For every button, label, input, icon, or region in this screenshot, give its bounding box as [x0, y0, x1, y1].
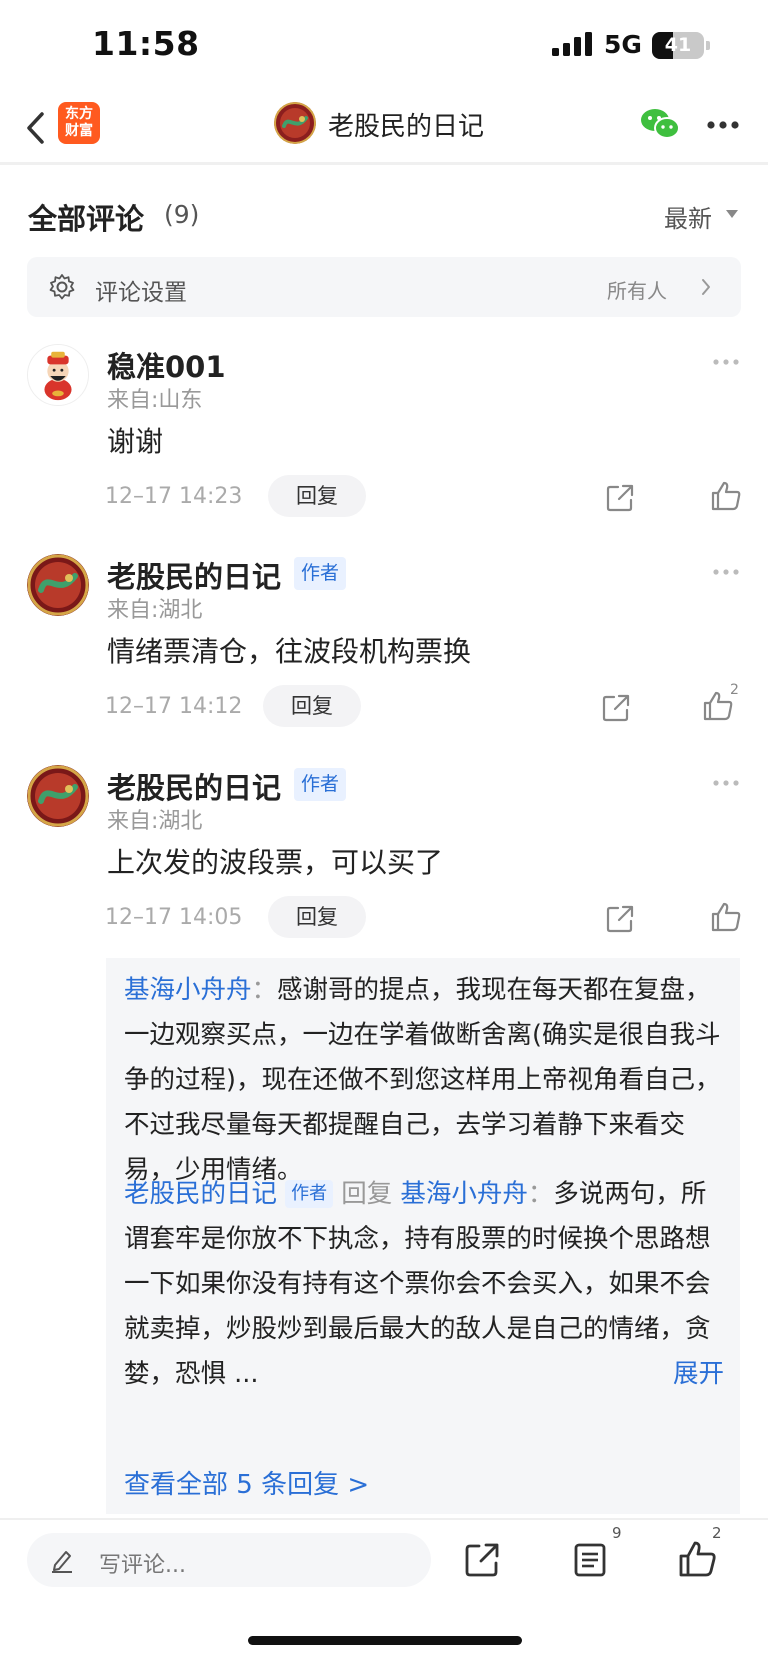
wechat-icon[interactable] [640, 108, 680, 140]
share-icon[interactable] [605, 904, 635, 934]
nav-divider [0, 162, 768, 165]
reply-text: 感谢哥的提点，我现在每天都在复盘，一边观察买点，一边在学着做断舍离(确实是很自我… [124, 975, 721, 1185]
comment-settings-row[interactable]: 评论设置 所有人 [27, 257, 741, 317]
reply-item[interactable]: 基海小舟舟：感谢哥的提点，我现在每天都在复盘，一边观察买点，一边在学着做断舍离(… [124, 968, 724, 1185]
sort-select[interactable]: 最新 [664, 199, 712, 234]
sort-arrow-icon[interactable] [726, 210, 738, 218]
comments-title: 全部评论 [28, 202, 145, 236]
thumbs-up-icon[interactable] [678, 1540, 716, 1578]
author-badge: 作者 [294, 557, 347, 590]
thumbs-up-icon[interactable] [710, 901, 742, 933]
pencil-icon [52, 1551, 72, 1573]
logo-text-line1: 东方 [65, 106, 93, 122]
like-count-badge: 2 [712, 1524, 722, 1542]
comment-text: 上次发的波段票，可以买了 [107, 846, 444, 879]
comment-input[interactable]: 写评论... [27, 1533, 431, 1587]
author-avatar[interactable] [274, 102, 316, 144]
comment-more-icon[interactable] [712, 568, 740, 576]
reply-target-username[interactable]: 基海小舟舟 [400, 1179, 528, 1209]
reply-colon: ： [527, 1179, 554, 1209]
reply-text: 多说两句，所谓套牢是你放不下执念，持有股票的时候换个思路想一下如果你没有持有这个… [124, 1179, 711, 1389]
author-badge: 作者 [285, 1180, 334, 1208]
comment-location: 来自:山东 [107, 388, 203, 413]
comment-input-placeholder: 写评论... [99, 1553, 186, 1578]
chevron-right-icon [702, 279, 710, 295]
share-icon[interactable] [605, 483, 635, 513]
status-time: 11:58 [92, 24, 200, 63]
settings-label: 评论设置 [95, 280, 187, 306]
reply-word: 回复 [341, 1179, 393, 1209]
thumbs-up-icon[interactable] [710, 480, 742, 512]
share-icon[interactable] [464, 1542, 500, 1578]
expand-link[interactable]: 展开 [662, 1352, 724, 1397]
logo-text-line2: 财富 [65, 123, 93, 139]
comment-time: 12–17 14:23 [105, 484, 243, 509]
comment-time: 12–17 14:05 [105, 905, 243, 930]
reply-item[interactable]: 老股民的日记 作者 回复 基海小舟舟：多说两句，所谓套牢是你放不下执念，持有股票… [124, 1172, 724, 1397]
more-options-icon[interactable] [706, 120, 740, 130]
comments-count: (9) [164, 200, 200, 229]
reply-button[interactable]: 回复 [263, 685, 361, 727]
gear-icon [49, 274, 75, 300]
back-icon[interactable] [22, 108, 50, 148]
author-badge: 作者 [294, 768, 347, 801]
comment-more-icon[interactable] [712, 779, 740, 787]
battery-icon: 41 [652, 32, 710, 59]
page-title: 老股民的日记 [328, 112, 485, 142]
app-logo[interactable]: 东方 财富 [58, 102, 100, 144]
like-count: 2 [730, 682, 739, 698]
reply-colon: ： [251, 975, 278, 1005]
author-avatar[interactable] [27, 554, 89, 616]
comment-location: 来自:湖北 [107, 809, 203, 834]
comment-location: 来自:湖北 [107, 598, 203, 623]
reply-button[interactable]: 回复 [268, 896, 366, 938]
comment-username[interactable]: 老股民的日记 [107, 554, 281, 596]
comment-count-badge: 9 [612, 1524, 622, 1542]
reply-username[interactable]: 基海小舟舟 [124, 975, 252, 1005]
comment-username[interactable]: 老股民的日记 [107, 765, 281, 807]
comment-more-icon[interactable] [712, 358, 740, 366]
share-icon[interactable] [601, 693, 631, 723]
settings-value: 所有人 [607, 279, 667, 303]
network-label: 5G [604, 30, 642, 59]
reply-button[interactable]: 回复 [268, 475, 366, 517]
comment-list-icon[interactable] [572, 1542, 608, 1578]
home-indicator [248, 1636, 522, 1645]
comment-text: 情绪票清仓，往波段机构票换 [107, 635, 472, 668]
reply-username[interactable]: 老股民的日记 [124, 1179, 277, 1209]
comment-username[interactable]: 稳准001 [107, 344, 226, 386]
view-all-replies-link[interactable]: 查看全部 5 条回复 > [124, 1464, 369, 1501]
status-bar: 11:58 5G 41 [0, 0, 768, 92]
signal-icon [552, 32, 592, 56]
bottom-divider [0, 1518, 768, 1520]
battery-level: 41 [664, 34, 692, 56]
comment-time: 12–17 14:12 [105, 694, 243, 719]
comment-text: 谢谢 [107, 425, 164, 458]
nav-bar: 东方 财富 老股民的日记 [0, 92, 768, 162]
user-avatar[interactable] [27, 344, 89, 406]
reply-thread: 基海小舟舟：感谢哥的提点，我现在每天都在复盘，一边观察买点，一边在学着做断舍离(… [106, 958, 740, 1514]
author-avatar[interactable] [27, 765, 89, 827]
